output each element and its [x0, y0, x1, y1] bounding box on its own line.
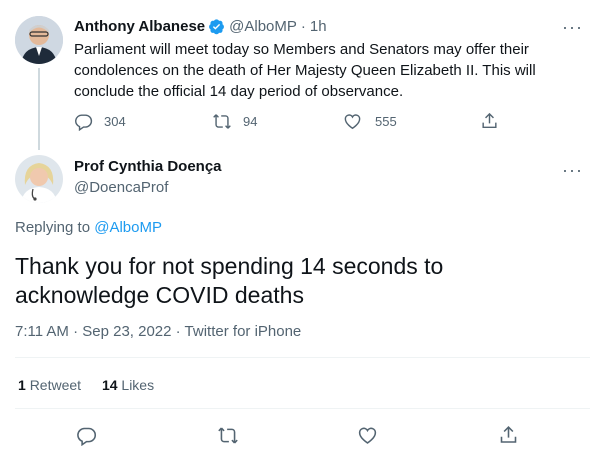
main-tweet-text: Thank you for not spending 14 seconds to… [15, 253, 444, 308]
parent-header: Anthony Albanese @AlboMP · 1h [74, 16, 327, 36]
more-icon[interactable]: ··· [562, 161, 583, 179]
retweet-stat-count: 1 [18, 377, 26, 393]
reply-icon [74, 112, 93, 131]
avatar[interactable] [15, 155, 63, 203]
divider [15, 408, 590, 409]
thread-line [38, 68, 40, 150]
main-tweet: Prof Cynthia Doença @DoencaProf ··· Repl… [0, 145, 590, 473]
author-handle[interactable]: @DoencaProf [74, 179, 168, 196]
replying-to-label: Replying to [15, 219, 91, 236]
parent-tweet[interactable]: Anthony Albanese @AlboMP · 1h ··· Parlia… [0, 0, 590, 150]
retweet-stat-label: Retweet [29, 377, 82, 393]
like-stat-count: 14 [101, 377, 118, 393]
replying-to-handle[interactable]: @AlboMP [94, 219, 162, 236]
like-stat[interactable]: 14 Likes [102, 377, 154, 393]
avatar-photo [15, 16, 63, 64]
tweet-time[interactable]: 1h [310, 18, 327, 35]
author-name[interactable]: Anthony Albanese [74, 18, 205, 35]
like-button[interactable]: 555 [343, 112, 397, 131]
like-icon[interactable] [357, 425, 378, 446]
reply-count: 304 [104, 114, 126, 129]
parent-tweet-text: Parliament will meet today so Members an… [74, 41, 536, 100]
like-count: 555 [375, 114, 397, 129]
like-stat-label: Likes [121, 377, 155, 393]
engagement-stats: 1 Retweet 14 Likes [18, 377, 154, 393]
verified-badge-icon [208, 18, 225, 35]
reply-button[interactable]: 304 [74, 112, 126, 131]
retweet-button[interactable]: 94 [212, 112, 257, 131]
replying-to: Replying to @AlboMP [15, 219, 162, 236]
share-icon[interactable] [498, 424, 519, 446]
author-name[interactable]: Prof Cynthia Doença [74, 158, 222, 175]
divider [15, 357, 590, 358]
author-handle[interactable]: @AlboMP [229, 18, 297, 35]
share-icon[interactable] [480, 111, 499, 131]
avatar-photo [15, 155, 63, 203]
tweet-timestamp[interactable]: 7:11 AM · Sep 23, 2022 · Twitter for iPh… [15, 323, 301, 340]
reply-icon[interactable] [76, 425, 97, 446]
retweet-icon [212, 112, 232, 131]
time-separator: · [300, 17, 306, 35]
retweet-count: 94 [243, 114, 258, 129]
like-icon [343, 112, 362, 131]
avatar[interactable] [15, 16, 63, 64]
more-icon[interactable]: ··· [562, 18, 583, 36]
retweet-icon[interactable] [217, 425, 239, 446]
retweet-stat[interactable]: 1 Retweet [18, 377, 85, 393]
